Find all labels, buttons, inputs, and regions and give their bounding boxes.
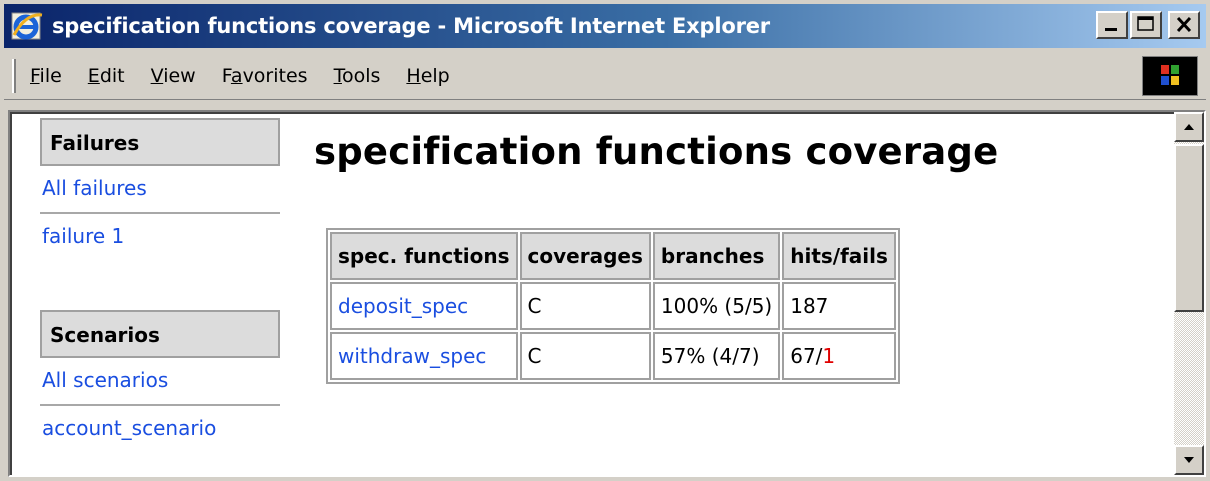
table-header-row: spec. functions coverages branches hits/… [330,232,896,280]
maximize-icon [1137,16,1154,31]
title-bar[interactable]: specification functions coverage - Micro… [4,4,1206,48]
table-row: withdraw_spec C 57% (4/7) 67/1 [330,332,896,380]
minimize-button[interactable] [1096,11,1128,39]
menu-view[interactable]: View [151,65,196,87]
withdraw-spec-link[interactable]: withdraw_spec [338,344,486,368]
menu-file[interactable]: File [30,65,62,87]
account-scenario-link[interactable]: account_scenario [40,406,280,454]
window-title: specification functions coverage - Micro… [52,14,770,38]
arrow-down-icon [1184,457,1194,463]
fails-value[interactable]: 1 [822,344,835,368]
arrow-up-icon [1184,124,1194,130]
close-icon [1176,16,1192,33]
toolbar-grip[interactable] [12,58,16,93]
column-header: branches [652,232,781,280]
page-content: Failures All failures failure 1 Scenario… [10,112,1174,475]
table-row: deposit_spec C 100% (5/5) 187 [330,282,896,330]
function-cell: deposit_spec [330,282,518,330]
page-title: specification functions coverage [314,130,999,173]
hits-value: 67/ [790,344,823,368]
scroll-down-button[interactable] [1174,445,1204,475]
main-content: specification functions coverage spec. f… [314,118,999,384]
menu-tools[interactable]: Tools [334,65,381,87]
minimize-icon [1105,28,1117,31]
close-button[interactable] [1168,11,1200,39]
column-header: hits/fails [782,232,896,280]
content-frame: Failures All failures failure 1 Scenario… [8,110,1206,477]
menu-edit[interactable]: Edit [88,65,125,87]
windows-logo-icon [1142,56,1198,96]
vertical-scrollbar[interactable] [1174,112,1204,475]
branches-cell: 100% (5/5) [652,282,781,330]
coverage-cell: C [519,282,651,330]
hits-fails-cell: 67/1 [782,332,896,380]
scenarios-header: Scenarios [40,310,280,358]
all-failures-link[interactable]: All failures [40,166,280,214]
coverage-table: spec. functions coverages branches hits/… [326,228,900,384]
function-cell: withdraw_spec [330,332,518,380]
failures-header: Failures [40,118,280,166]
failure-1-link[interactable]: failure 1 [40,214,280,262]
column-header: spec. functions [330,232,518,280]
column-header: coverages [519,232,651,280]
branches-cell: 57% (4/7) [652,332,781,380]
hits-fails-cell: 187 [782,282,896,330]
browser-window: specification functions coverage - Micro… [0,0,1210,481]
scroll-up-button[interactable] [1174,112,1204,142]
scrollbar-thumb[interactable] [1174,144,1204,312]
menu-help[interactable]: Help [406,65,449,87]
menu-favorites[interactable]: Favorites [222,65,308,87]
hits-value: 187 [790,294,829,318]
ie-icon[interactable] [10,9,44,43]
menu-bar: File Edit View Favorites Tools Help [4,52,1206,100]
sidebar: Failures All failures failure 1 Scenario… [40,118,280,454]
maximize-button[interactable] [1130,11,1162,39]
all-scenarios-link[interactable]: All scenarios [40,358,280,406]
deposit-spec-link[interactable]: deposit_spec [338,294,468,318]
coverage-cell: C [519,332,651,380]
